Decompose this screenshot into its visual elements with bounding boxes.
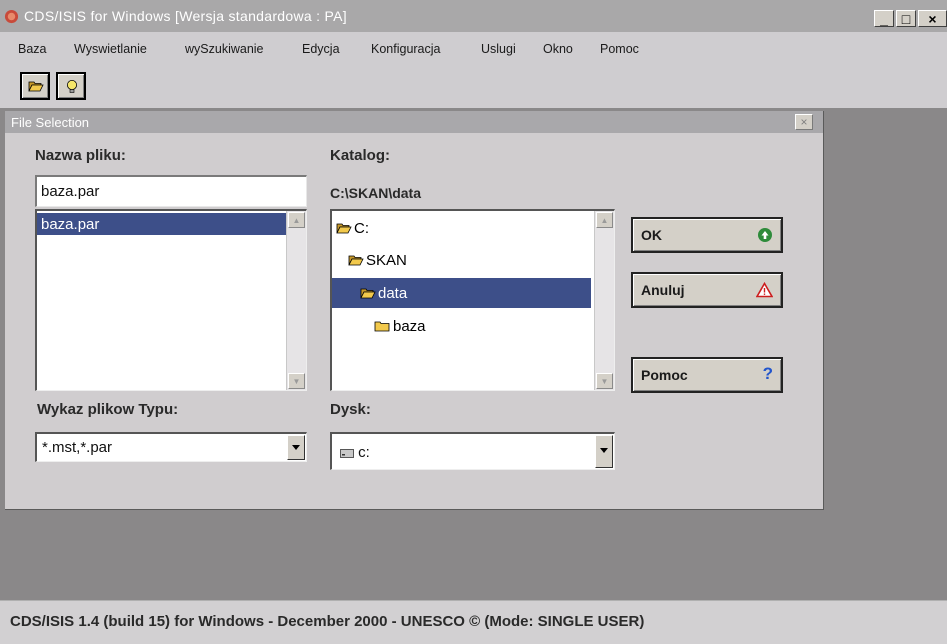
arrow-down-icon: ▼ [600,377,609,386]
open-button[interactable] [20,72,50,100]
file-list[interactable]: baza.par ▲ ▼ [35,209,307,391]
directory-label: Katalog: [330,147,390,164]
folder-icon [374,321,390,331]
dir-item-baza[interactable]: baza [374,315,591,337]
arrow-up-icon: ▲ [292,216,301,225]
scroll-up-button[interactable]: ▲ [288,212,305,228]
filename-value: baza.par [41,183,100,200]
ok-label: OK [641,227,662,243]
filetype-dropdown-button[interactable] [287,435,305,460]
drive-dropdown-button[interactable] [595,435,613,468]
title-bar: CDS/ISIS for Windows [Wersja standardowa… [0,0,947,32]
dir-item-label: C: [354,219,369,237]
directory-list-scrollbar[interactable]: ▲ ▼ [594,211,614,390]
menu-pomoc[interactable]: Pomoc [600,42,639,56]
dir-item-label: baza [393,317,426,335]
filename-input[interactable]: baza.par [35,175,307,207]
list-item[interactable]: baza.par [37,213,287,235]
minimize-icon: _ [880,11,888,27]
file-list-scrollbar[interactable]: ▲ ▼ [286,211,306,390]
ok-button[interactable]: OK [631,217,783,253]
open-folder-icon [336,223,352,233]
maximize-button[interactable]: □ [896,10,916,27]
dir-item-c[interactable]: C: [336,217,591,239]
scroll-up-button[interactable]: ▲ [596,212,613,228]
arrow-up-icon: ▲ [600,216,609,225]
toolbar [0,60,947,108]
menu-baza[interactable]: Baza [18,42,47,56]
menu-okno[interactable]: Okno [543,42,573,56]
arrow-down-icon: ▼ [292,377,301,386]
close-icon: × [928,11,937,27]
drive-icon [340,448,354,458]
scroll-down-button[interactable]: ▼ [596,373,613,389]
dir-item-data[interactable]: data [332,278,591,308]
maximize-icon: □ [901,11,911,27]
menu-konfiguracja[interactable]: Konfiguracja [371,42,441,56]
lightbulb-button[interactable] [56,72,86,100]
menu-bar: Baza Wyswietlanie wySzukiwanie Edycja Ko… [0,32,947,60]
filename-label: Nazwa pliku: [35,147,126,164]
file-selection-dialog: File Selection × Nazwa pliku: baza.par b… [5,111,824,510]
minimize-button[interactable]: _ [874,10,894,27]
window-title: CDS/ISIS for Windows [Wersja standardowa… [24,8,347,24]
cancel-button[interactable]: Anuluj [631,272,783,308]
scroll-down-button[interactable]: ▼ [288,373,305,389]
status-bar: CDS/ISIS 1.4 (build 15) for Windows - De… [0,600,947,644]
dialog-title: File Selection [11,115,90,130]
menu-edycja[interactable]: Edycja [302,42,340,56]
dir-item-label: SKAN [366,251,407,269]
menu-wyszukiwanie[interactable]: wySzukiwanie [185,42,264,56]
help-icon: ? [762,364,773,383]
dir-item-skan[interactable]: SKAN [348,249,591,271]
ok-icon [758,228,772,242]
dialog-close-button[interactable]: × [795,114,813,130]
filetype-select[interactable]: *.mst,*.par [35,432,307,462]
cancel-label: Anuluj [641,282,685,298]
directory-list[interactable]: C: SKAN data baza ▲ ▼ [330,209,615,391]
close-button[interactable]: × [918,10,947,27]
status-text: CDS/ISIS 1.4 (build 15) for Windows - De… [10,613,645,630]
menu-wyswietlanie[interactable]: Wyswietlanie [74,42,147,56]
lightbulb-icon [67,80,77,93]
drive-select[interactable]: c: [330,432,615,470]
open-folder-icon [348,255,364,265]
directory-path: C:\SKAN\data [330,185,422,201]
help-button[interactable]: Pomoc ? [631,357,783,393]
help-label: Pomoc [641,367,688,383]
menu-uslugi[interactable]: Uslugi [481,42,516,56]
file-item-label: baza.par [41,215,100,233]
dir-item-label: data [378,284,408,302]
open-folder-icon [28,81,44,92]
filetype-label: Wykaz plikow Typu: [37,401,179,418]
warning-icon [756,282,773,298]
app-icon [4,9,19,24]
close-icon: × [800,115,808,129]
open-folder-icon [360,288,376,298]
filetype-value: *.mst,*.par [42,439,113,456]
drive-value: c: [358,444,370,461]
dialog-title-bar[interactable]: File Selection × [5,111,823,133]
drive-label: Dysk: [330,401,371,418]
